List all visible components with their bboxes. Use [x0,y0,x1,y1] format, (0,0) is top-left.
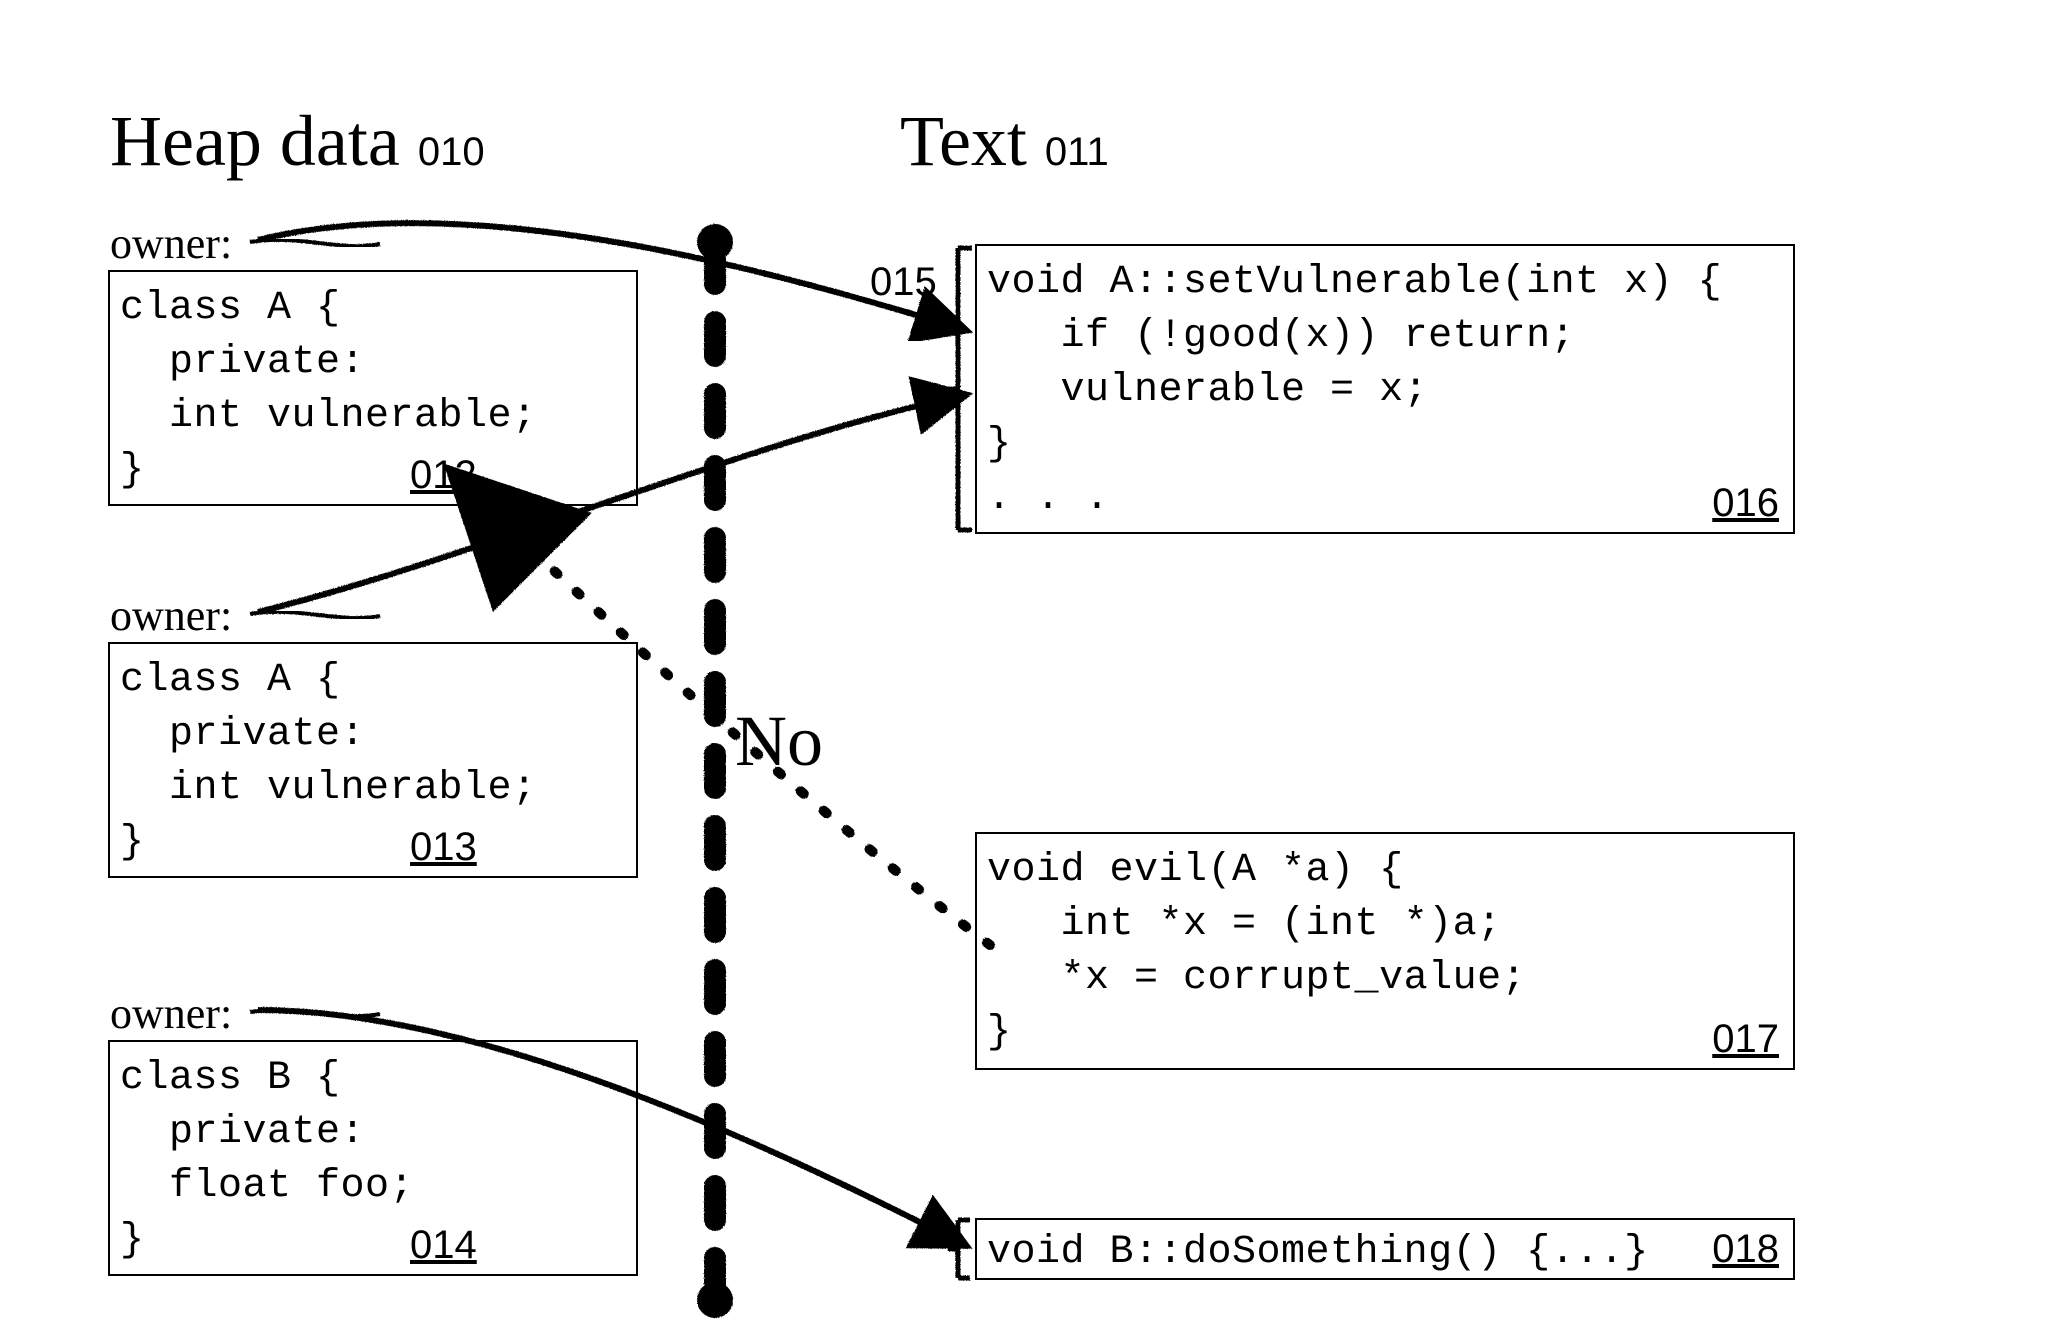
text-box-017-ref: 017 [1712,1017,1779,1062]
center-divider [697,224,733,1318]
text-box-018: void B::doSomething() {...} 018 [975,1218,1795,1280]
owner-label-1: owner: [110,218,232,269]
bracket-018 [948,1220,970,1278]
heap-box-013-ref: 013 [410,825,477,870]
heap-box-014-ref: 014 [410,1223,477,1268]
no-label: No [735,700,823,783]
owner-label-3: owner: [110,988,232,1039]
heap-box-013: class A { private: int vulnerable; } 013 [108,642,638,878]
owner1-squiggle [250,240,380,246]
text-box-017-code: void evil(A *a) { int *x = (int *)a; *x … [987,844,1781,1060]
heap-box-014: class B { private: float foo; } 014 [108,1040,638,1276]
heading-heap-text: Heap data [110,101,400,181]
text-box-016-code: void A::setVulnerable(int x) { if (!good… [987,256,1781,526]
owner-label-2: owner: [110,590,232,641]
text-box-018-code: void B::doSomething() {...} [987,1226,1781,1280]
text-box-016: void A::setVulnerable(int x) { if (!good… [975,244,1795,534]
heap-box-014-code: class B { private: float foo; } [120,1052,624,1268]
heading-text: Text 011 [900,100,1109,183]
heading-heap: Heap data 010 [110,100,485,183]
bracket-015 [946,248,972,530]
bracket-ref-015: 015 [870,260,937,305]
heap-box-012-ref: 012 [410,453,477,498]
heading-text-text: Text [900,101,1027,181]
owner3-squiggle [250,1010,380,1016]
heap-box-013-code: class A { private: int vulnerable; } [120,654,624,870]
heading-text-ref: 011 [1045,130,1109,174]
text-box-017: void evil(A *a) { int *x = (int *)a; *x … [975,832,1795,1070]
text-box-018-ref: 018 [1712,1227,1779,1272]
heap-box-012-code: class A { private: int vulnerable; } [120,282,624,498]
text-box-016-ref: 016 [1712,481,1779,526]
diagram-stage: Heap data 010 Text 011 owner: owner: own… [0,0,2053,1341]
heap-box-012: class A { private: int vulnerable; } 012 [108,270,638,506]
owner2-squiggle [250,612,380,618]
heading-heap-ref: 010 [418,130,485,174]
